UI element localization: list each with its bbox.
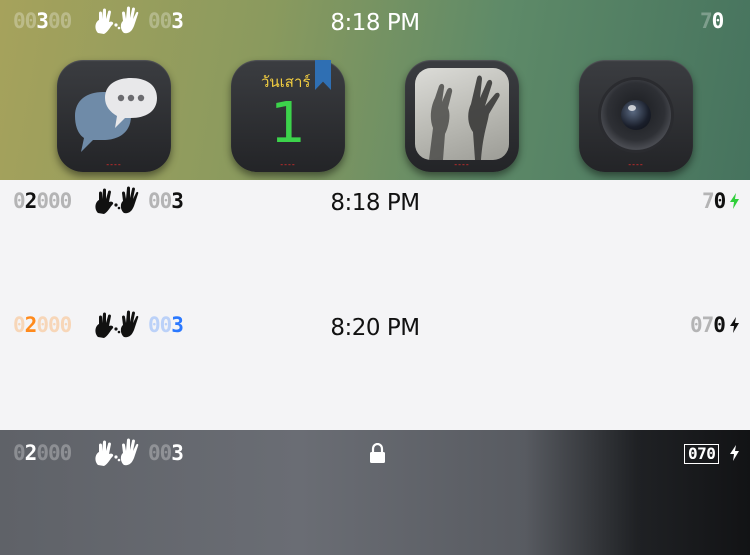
homescreen-strip: 00300 003 8:18 PM 70 ---- วันเสาร์ 1 ---…: [0, 0, 750, 180]
messages-app-icon[interactable]: ----: [57, 60, 171, 172]
badge-dots: ----: [454, 160, 470, 169]
lens-glint: [628, 105, 636, 111]
battery-digits: 70: [700, 9, 724, 33]
lens-glass: [621, 100, 651, 130]
badge-dots: ----: [280, 160, 296, 169]
camera-app-icon[interactable]: ----: [579, 60, 693, 172]
bookmark-ribbon-icon: [315, 60, 331, 90]
camera-lens-icon: [601, 80, 671, 150]
clock-time: 8:20 PM: [330, 315, 420, 341]
photos-app-icon[interactable]: ----: [405, 60, 519, 172]
hands-logo-icon: [95, 438, 139, 466]
photo-hands-icon: [415, 68, 509, 160]
battery-digits: 70: [702, 189, 726, 213]
badge-dots: ----: [106, 160, 122, 169]
lockscreen-strip: 02000 003 070: [0, 430, 750, 555]
clock-time: 8:18 PM: [330, 10, 420, 36]
battery-box: 070: [684, 444, 720, 464]
clock-time: 8:18 PM: [330, 190, 420, 216]
battery-digits: 070: [684, 444, 720, 464]
chat-bubbles-icon: [75, 78, 157, 152]
badge-dots: ----: [628, 160, 644, 169]
calendar-app-icon[interactable]: วันเสาร์ 1 ----: [231, 60, 345, 172]
carrier-signal-digits: 02000: [13, 441, 72, 465]
signal-digits: 003: [148, 441, 184, 465]
calendar-day-number: 1: [270, 91, 306, 156]
charging-bolt-icon: [730, 317, 739, 333]
charging-bolt-icon: [730, 193, 739, 209]
lock-icon: [370, 443, 385, 463]
light-statusbar-strip: 02000 003 8:18 PM 70 02000 003 8:20 PM 0…: [0, 180, 750, 430]
charging-bolt-icon: [730, 445, 739, 461]
battery-digits: 070: [690, 313, 726, 337]
